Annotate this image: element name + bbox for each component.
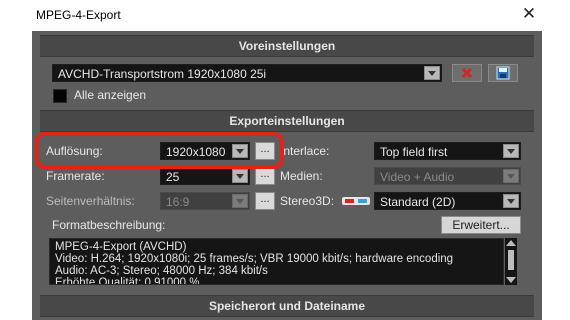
save-preset-button[interactable] — [488, 64, 518, 82]
export-settings-section-header: Exporteinstellungen — [40, 110, 534, 132]
interlace-label: Interlace: — [280, 144, 330, 158]
chevron-down-icon[interactable] — [424, 66, 440, 80]
dialog-body: Voreinstellungen AVCHD-Transportstrom 19… — [32, 31, 542, 320]
media-label: Medien: — [280, 169, 323, 183]
close-icon[interactable]: ✕ — [519, 4, 539, 24]
aspect-ratio-more-button[interactable]: ... — [255, 192, 275, 210]
delete-preset-button[interactable] — [452, 64, 482, 82]
title-bar: MPEG-4-Export ✕ — [0, 0, 570, 30]
show-all-checkbox[interactable] — [53, 89, 67, 103]
interlace-dropdown[interactable]: Top field first — [374, 142, 521, 160]
framerate-label: Framerate: — [46, 169, 105, 183]
export-dialog: MPEG-4-Export ✕ Voreinstellungen AVCHD-T… — [0, 0, 570, 320]
framerate-dropdown[interactable]: 25 — [160, 167, 250, 185]
format-description-text: MPEG-4-Export (AVCHD) Video: H.264; 1920… — [49, 238, 504, 285]
description-line: Audio: AC-3; Stereo; 48000 Hz; 384 kbit/… — [55, 265, 268, 277]
description-line: Video: H.264; 1920x1080i; 25 frames/s; V… — [55, 253, 454, 265]
presets-section-header: Voreinstellungen — [40, 35, 534, 57]
aspect-ratio-label: Seitenverhältnis: — [46, 194, 135, 208]
scrollbar-arrows-icon — [506, 240, 516, 283]
chevron-down-icon[interactable] — [503, 194, 519, 208]
description-line: MPEG-4-Export (AVCHD) — [55, 241, 187, 253]
description-line: Erhöhte Qualität: 0.91000 % — [55, 277, 200, 285]
framerate-value: 25 — [166, 170, 180, 184]
chevron-down-icon[interactable] — [232, 194, 248, 208]
resolution-highlight-annotation — [35, 132, 284, 169]
save-location-section-header: Speicherort und Dateiname — [40, 295, 534, 317]
aspect-ratio-value: 16:9 — [166, 195, 190, 209]
framerate-more-button[interactable]: ... — [255, 167, 275, 185]
3d-glasses-icon — [342, 197, 370, 205]
stereo3d-label: Stereo3D: — [280, 194, 335, 208]
media-value: Video + Audio — [380, 170, 455, 184]
media-dropdown[interactable]: Video + Audio — [374, 167, 521, 185]
red-x-icon — [461, 67, 473, 79]
interlace-value: Top field first — [380, 145, 448, 159]
chevron-down-icon[interactable] — [503, 144, 519, 158]
preset-value: AVCHD-Transportstrom 1920x1080 25i — [58, 67, 267, 81]
format-description-label: Formatbeschreibung: — [52, 218, 166, 232]
advanced-button[interactable]: Erweitert... — [441, 216, 521, 234]
aspect-ratio-dropdown[interactable]: 16:9 — [160, 192, 250, 210]
preset-dropdown[interactable]: AVCHD-Transportstrom 1920x1080 25i — [52, 64, 442, 82]
chevron-down-icon[interactable] — [503, 169, 519, 183]
description-scrollbar[interactable] — [505, 238, 517, 285]
stereo3d-value: Standard (2D) — [380, 195, 456, 209]
window-title: MPEG-4-Export — [36, 8, 121, 22]
floppy-disk-icon — [496, 66, 510, 80]
stereo3d-dropdown[interactable]: Standard (2D) — [374, 192, 521, 210]
chevron-down-icon[interactable] — [232, 169, 248, 183]
show-all-label: Alle anzeigen — [74, 88, 147, 102]
